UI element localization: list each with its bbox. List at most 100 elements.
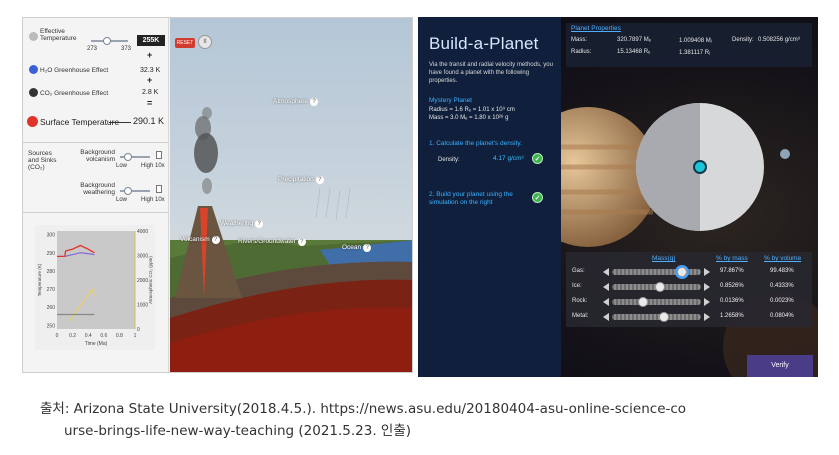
component-slider[interactable] [612, 267, 701, 277]
build-a-planet-panel: Build-a-Planet Via the transit and radia… [418, 17, 818, 377]
check-icon[interactable]: ✓ [532, 153, 543, 164]
pct-volume-value: 0.4333% [770, 283, 794, 289]
increase-arrow-icon[interactable] [704, 298, 710, 306]
x-axis-label: Time (Ma) [85, 341, 108, 347]
divider [23, 142, 169, 143]
instructions-panel: Build-a-Planet Via the transit and radia… [418, 17, 561, 377]
mystery-planet-heading: Mystery Planet [429, 97, 472, 104]
x-tick-label: 0.8 [116, 333, 123, 339]
component-slider[interactable] [612, 312, 701, 322]
y-tick-label: 290 [47, 251, 56, 257]
y2-tick-label: 3000 [137, 254, 148, 260]
component-slider[interactable] [612, 297, 701, 307]
radius-jupiter-value: 1.381117 Rⱼ [679, 50, 711, 56]
pct-mass-value: 0.8526% [720, 283, 744, 289]
slider-thumb[interactable] [659, 312, 670, 322]
composition-row: Rock: 0.0136% 0.0023% [566, 295, 812, 309]
step-1-text: 1. Calculate the planet's density. [429, 140, 522, 147]
y2-tick-label: 1000 [137, 303, 148, 309]
chart-svg: 250260270280290300010002000300040000 0.2 0… [37, 229, 153, 347]
x-tick-label: 1 [134, 333, 137, 339]
divider [23, 212, 169, 213]
caption-line-1: 출처: Arizona State University(2018.4.5.).… [40, 401, 687, 417]
x-tick-label: 0 [56, 333, 59, 339]
plus-sign: + [147, 50, 153, 60]
help-icon[interactable]: ? [211, 236, 220, 244]
h2o-effect-label: H₂O Greenhouse Effect [40, 67, 109, 74]
density-value: 0.508256 g/cm³ [758, 37, 800, 43]
leader-line [109, 122, 131, 123]
slider-thumb[interactable] [638, 297, 649, 307]
weathering-label: Background weathering [80, 182, 115, 196]
low-label: Low [116, 163, 128, 169]
decrease-arrow-icon[interactable] [603, 313, 609, 321]
help-icon[interactable]: ? [255, 220, 264, 228]
pct-mass-value: 1.2658% [720, 313, 744, 319]
pct-mass-value: 0.0136% [720, 298, 744, 304]
help-icon[interactable]: ? [297, 238, 306, 246]
planet-properties-panel: Planet Properties Mass: 320.7897 Mₑ 1.00… [566, 23, 812, 67]
pct-mass-value: 97.867% [720, 268, 744, 274]
y-tick-label: 270 [47, 287, 56, 293]
decrease-arrow-icon[interactable] [603, 298, 609, 306]
mass-header: Mass(g) [652, 255, 676, 262]
co2-effect-value: 2.8 K [142, 89, 159, 96]
effective-temperature-label: Effective Temperature [40, 28, 77, 42]
rivers-label[interactable]: Rivers/Groundwater? [238, 238, 306, 246]
y-tick-label: 280 [47, 269, 56, 275]
increase-arrow-icon[interactable] [704, 268, 710, 276]
y2-tick-label: 2000 [137, 278, 148, 284]
y2-tick-label: 4000 [137, 229, 148, 235]
decrease-arrow-icon[interactable] [603, 283, 609, 291]
atmosphere-label[interactable]: Atmosphere? [273, 98, 319, 106]
weathering-label[interactable]: Weathering? [220, 220, 264, 228]
verify-button[interactable]: Verify [747, 355, 813, 377]
pause-button[interactable]: II [198, 35, 212, 49]
increase-arrow-icon[interactable] [704, 313, 710, 321]
volcanism-label[interactable]: Volcanism? [180, 236, 220, 244]
ten-x-label: 10x [155, 163, 165, 169]
volcanism-10x-checkbox[interactable] [156, 151, 162, 159]
pct-mass-header: % by mass [716, 255, 748, 262]
increase-arrow-icon[interactable] [704, 283, 710, 291]
reset-button[interactable]: RESET [175, 38, 195, 48]
help-icon[interactable]: ? [315, 176, 324, 184]
y-axis-label: Temperature (K) [37, 263, 42, 296]
component-slider[interactable] [612, 282, 701, 292]
pct-volume-value: 0.0804% [770, 313, 794, 319]
volcanism-label: Background volcanism [80, 149, 115, 163]
slider-thumb[interactable] [676, 267, 687, 277]
mass-jupiter-value: 1.009408 Mⱼ [679, 38, 712, 44]
equals-sign: = [147, 98, 153, 108]
weathering-slider[interactable] [120, 187, 150, 195]
precipitation-label[interactable]: Precipitation? [278, 176, 324, 184]
component-name: Rock: [572, 298, 588, 304]
x-tick-label: 0.4 [85, 333, 92, 339]
density-answer[interactable]: 4.17 g/cm³ [493, 155, 524, 162]
earth-scene: RESET II Atmosphere? Precipitation? Weat… [170, 18, 412, 372]
surface-temperature-value: 290.1 K [133, 116, 165, 126]
decrease-arrow-icon[interactable] [603, 268, 609, 276]
help-icon[interactable]: ? [363, 244, 372, 252]
weathering-10x-checkbox[interactable] [156, 185, 162, 193]
climate-simulation-panel: Effective Temperature 273 373 255K + H₂O… [22, 17, 413, 373]
pct-volume-header: % by volume [764, 255, 802, 262]
density-label: Density: [438, 157, 460, 163]
help-icon[interactable]: ? [310, 98, 319, 106]
slider-thumb[interactable] [655, 282, 666, 292]
ocean-label[interactable]: Ocean? [342, 244, 372, 252]
radius-label: Radius: [571, 49, 592, 55]
y-tick-label: 250 [47, 323, 56, 329]
high-label: High [141, 197, 154, 203]
mystery-mass: Mass = 3.0 Mₑ = 1.80 x 10²⁸ g [429, 115, 509, 121]
density-label: Density: [732, 37, 754, 43]
co2-effect-label: CO₂ Greenhouse Effect [40, 90, 109, 97]
ten-x-label: 10x [155, 197, 165, 203]
effective-temp-icon [29, 32, 38, 41]
effective-temperature-value: 255K [137, 35, 165, 46]
check-icon[interactable]: ✓ [532, 192, 543, 203]
radius-earth-value: 15.13468 Rₑ [617, 49, 651, 55]
volcanism-slider[interactable] [120, 153, 150, 161]
x-tick-label: 0.2 [69, 333, 76, 339]
effective-temperature-slider[interactable] [91, 37, 128, 45]
